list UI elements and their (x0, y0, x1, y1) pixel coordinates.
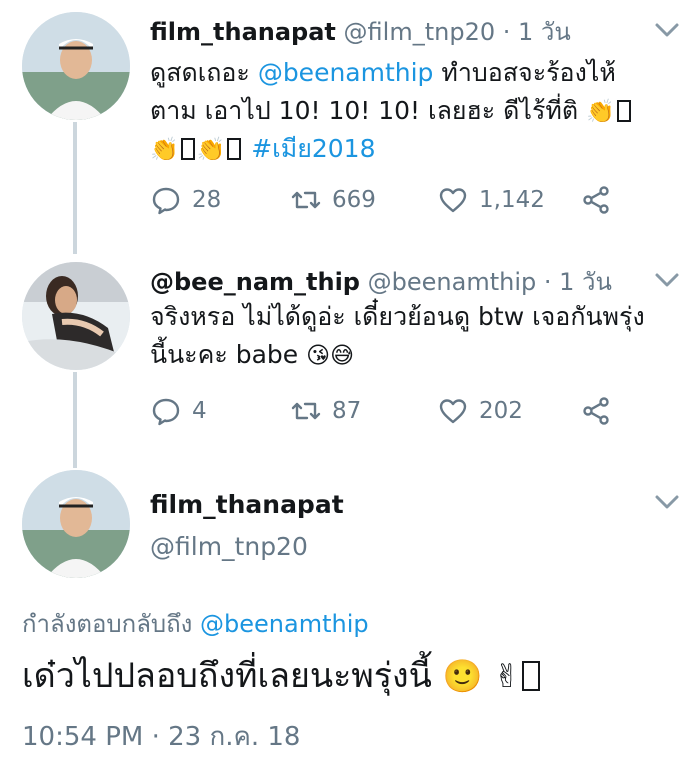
author-name[interactable]: @bee_nam_thip (150, 268, 360, 296)
retweet-icon (291, 402, 321, 420)
chevron-down-icon[interactable] (654, 494, 680, 510)
retweet-count: 87 (332, 398, 362, 424)
reply-count: 28 (192, 187, 222, 213)
reply-button[interactable]: 4 (150, 394, 207, 428)
chevron-down-icon[interactable] (654, 272, 680, 288)
like-count: 202 (479, 398, 523, 424)
author-handle[interactable]: @film_tnp20 (150, 532, 308, 561)
like-count: 1,142 (479, 187, 545, 213)
reply-count: 4 (192, 398, 207, 424)
chevron-down-icon[interactable] (654, 22, 680, 38)
missing-glyph (616, 100, 631, 122)
reply-icon (152, 187, 180, 215)
mention-link[interactable]: @beenamthip (258, 58, 434, 87)
tweet-time[interactable]: · 1 วัน (544, 268, 612, 296)
tweet-time[interactable]: · 1 วัน (503, 18, 571, 46)
tweet-actions: 4 87 202 (150, 394, 620, 428)
avatar[interactable] (22, 12, 130, 120)
reply-icon (152, 398, 180, 426)
emoji: 😅 (330, 343, 355, 369)
tweet-header: film_thanapat @film_tnp20 · 1 วัน (150, 12, 571, 51)
emoji: 👏 (196, 137, 226, 163)
heart-icon (439, 399, 467, 424)
main-tweet-text: เด๋วไปปลอบถึงที่เลยนะพรุ่งนี้ 🙂 ✌ (22, 652, 542, 700)
emoji: 👏 (586, 99, 615, 125)
share-icon (583, 397, 609, 425)
emoji: ✌ (493, 657, 521, 695)
author-handle[interactable]: @beenamthip (368, 268, 537, 296)
like-button[interactable]: 202 (437, 394, 523, 428)
avatar[interactable] (22, 262, 130, 370)
mention-link[interactable]: @beenamthip (200, 610, 369, 638)
like-button[interactable]: 1,142 (437, 183, 545, 217)
share-button[interactable] (580, 183, 612, 217)
share-icon (583, 186, 609, 214)
retweet-button[interactable]: 87 (290, 394, 361, 428)
tweet-timestamp[interactable]: 10:54 PM · 23 ก.ค. 18 (22, 716, 300, 757)
author-handle[interactable]: @film_tnp20 (344, 18, 496, 46)
emoji: 🙂 (442, 657, 483, 695)
replying-to: กำลังตอบกลับถึง @beenamthip (22, 610, 369, 638)
author-name[interactable]: film_thanapat (150, 490, 344, 519)
retweet-count: 669 (332, 187, 376, 213)
missing-glyph (227, 138, 242, 160)
emoji: 👏 (150, 137, 179, 163)
author-name[interactable]: film_thanapat (150, 18, 336, 46)
emoji: 😘 (306, 343, 331, 369)
heart-icon (439, 188, 467, 213)
tweet-text: ดูสดเถอะ @beenamthip ทำบอสจะร้องไห้ตาม เ… (150, 54, 650, 168)
hashtag-link[interactable]: #เมีย2018 (251, 134, 375, 163)
retweet-button[interactable]: 669 (290, 183, 376, 217)
tweet-text: จริงหรอ ไม่ได้ดูอ่ะ เดี๋ยวย้อนดู btw เจอ… (150, 302, 645, 369)
reply-button[interactable]: 28 (150, 183, 221, 217)
tweet-header: @bee_nam_thip @beenamthip · 1 วัน (150, 262, 612, 301)
thread-line (73, 122, 77, 254)
tweet-actions: 28 669 1,142 (150, 183, 620, 217)
missing-glyph (522, 661, 541, 691)
missing-glyph (180, 138, 195, 160)
avatar[interactable] (22, 470, 130, 578)
share-button[interactable] (580, 394, 612, 428)
thread-line (73, 372, 77, 468)
retweet-icon (291, 191, 321, 209)
